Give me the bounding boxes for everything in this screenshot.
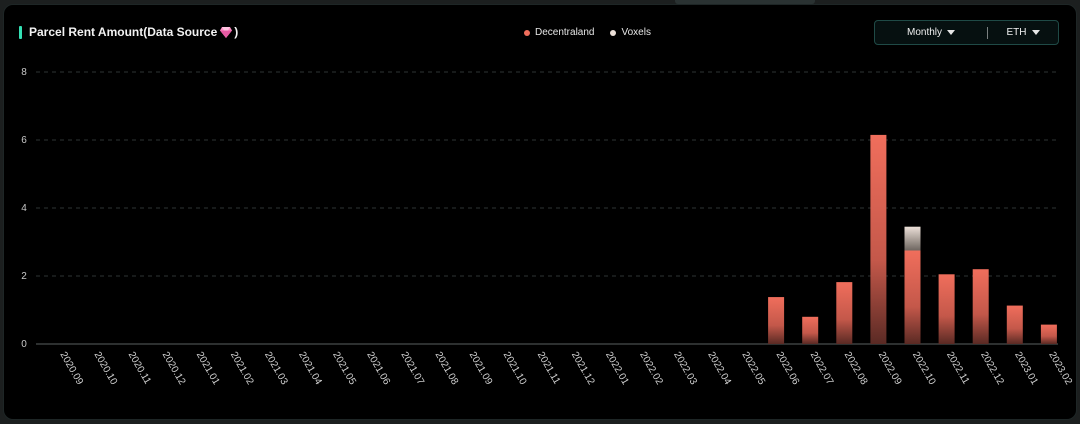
x-tick-label: 2021.06 [364,350,392,387]
x-tick-label: 2023.02 [1046,350,1074,387]
x-tick-label: 2020.09 [57,350,85,387]
x-tick-label: 2022.01 [603,350,631,387]
y-tick-label: 8 [21,67,27,78]
x-tick-label: 2022.05 [739,350,767,387]
bar-decentraland-2022.09[interactable] [870,134,887,344]
bar-decentraland-2022.12[interactable] [972,269,989,344]
bar-decentraland-2022.07[interactable] [802,316,819,344]
x-tick-label: 2023.01 [1012,350,1040,387]
bar-decentraland-2022.11[interactable] [938,274,955,344]
bar-decentraland-2023.02[interactable] [1040,324,1057,344]
x-tick-label: 2020.10 [92,350,120,387]
bar-voxels-2022.10[interactable] [904,226,921,251]
x-tick-label: 2022.06 [774,350,802,387]
bar-decentraland-2022.10[interactable] [904,250,921,345]
x-tick-label: 2021.01 [194,350,222,387]
y-tick-label: 2 [21,271,27,282]
x-tick-label: 2022.10 [910,350,938,387]
x-tick-label: 2021.11 [535,350,562,387]
y-tick-label: 4 [21,203,27,214]
bar-chart: 0 2 4 6 8 2020.09 2020.10 2020.11 2020.12 2021.01… [21,67,1074,387]
x-tick-label: 2022.11 [944,350,971,387]
x-tick-label: 2021.05 [330,350,358,387]
x-tick-label: 2022.12 [978,350,1006,387]
x-tick-label: 2021.12 [569,350,597,387]
x-tick-label: 2021.04 [296,350,324,387]
x-tick-label: 2021.03 [262,350,290,387]
x-tick-label: 2022.02 [637,350,665,387]
x-tick-label: 2022.09 [876,350,904,387]
y-tick-label: 6 [21,135,27,146]
bar-decentraland-2023.01[interactable] [1006,305,1023,344]
x-tick-label: 2020.12 [160,350,188,387]
x-tick-label: 2020.11 [126,350,153,387]
x-tick-label: 2022.03 [671,350,699,387]
x-tick-label: 2021.07 [398,350,426,387]
x-tick-label: 2022.04 [705,350,733,387]
x-tick-label: 2022.08 [842,350,870,387]
bar-decentraland-2022.06[interactable] [768,297,785,344]
bar-decentraland-2022.08[interactable] [836,282,853,344]
x-tick-label: 2022.07 [808,350,836,387]
x-tick-label: 2021.02 [228,350,256,387]
x-tick-label: 2021.10 [501,350,529,387]
y-tick-label: 0 [21,339,27,350]
x-tick-label: 2021.09 [467,350,495,387]
x-tick-label: 2021.08 [433,350,461,387]
